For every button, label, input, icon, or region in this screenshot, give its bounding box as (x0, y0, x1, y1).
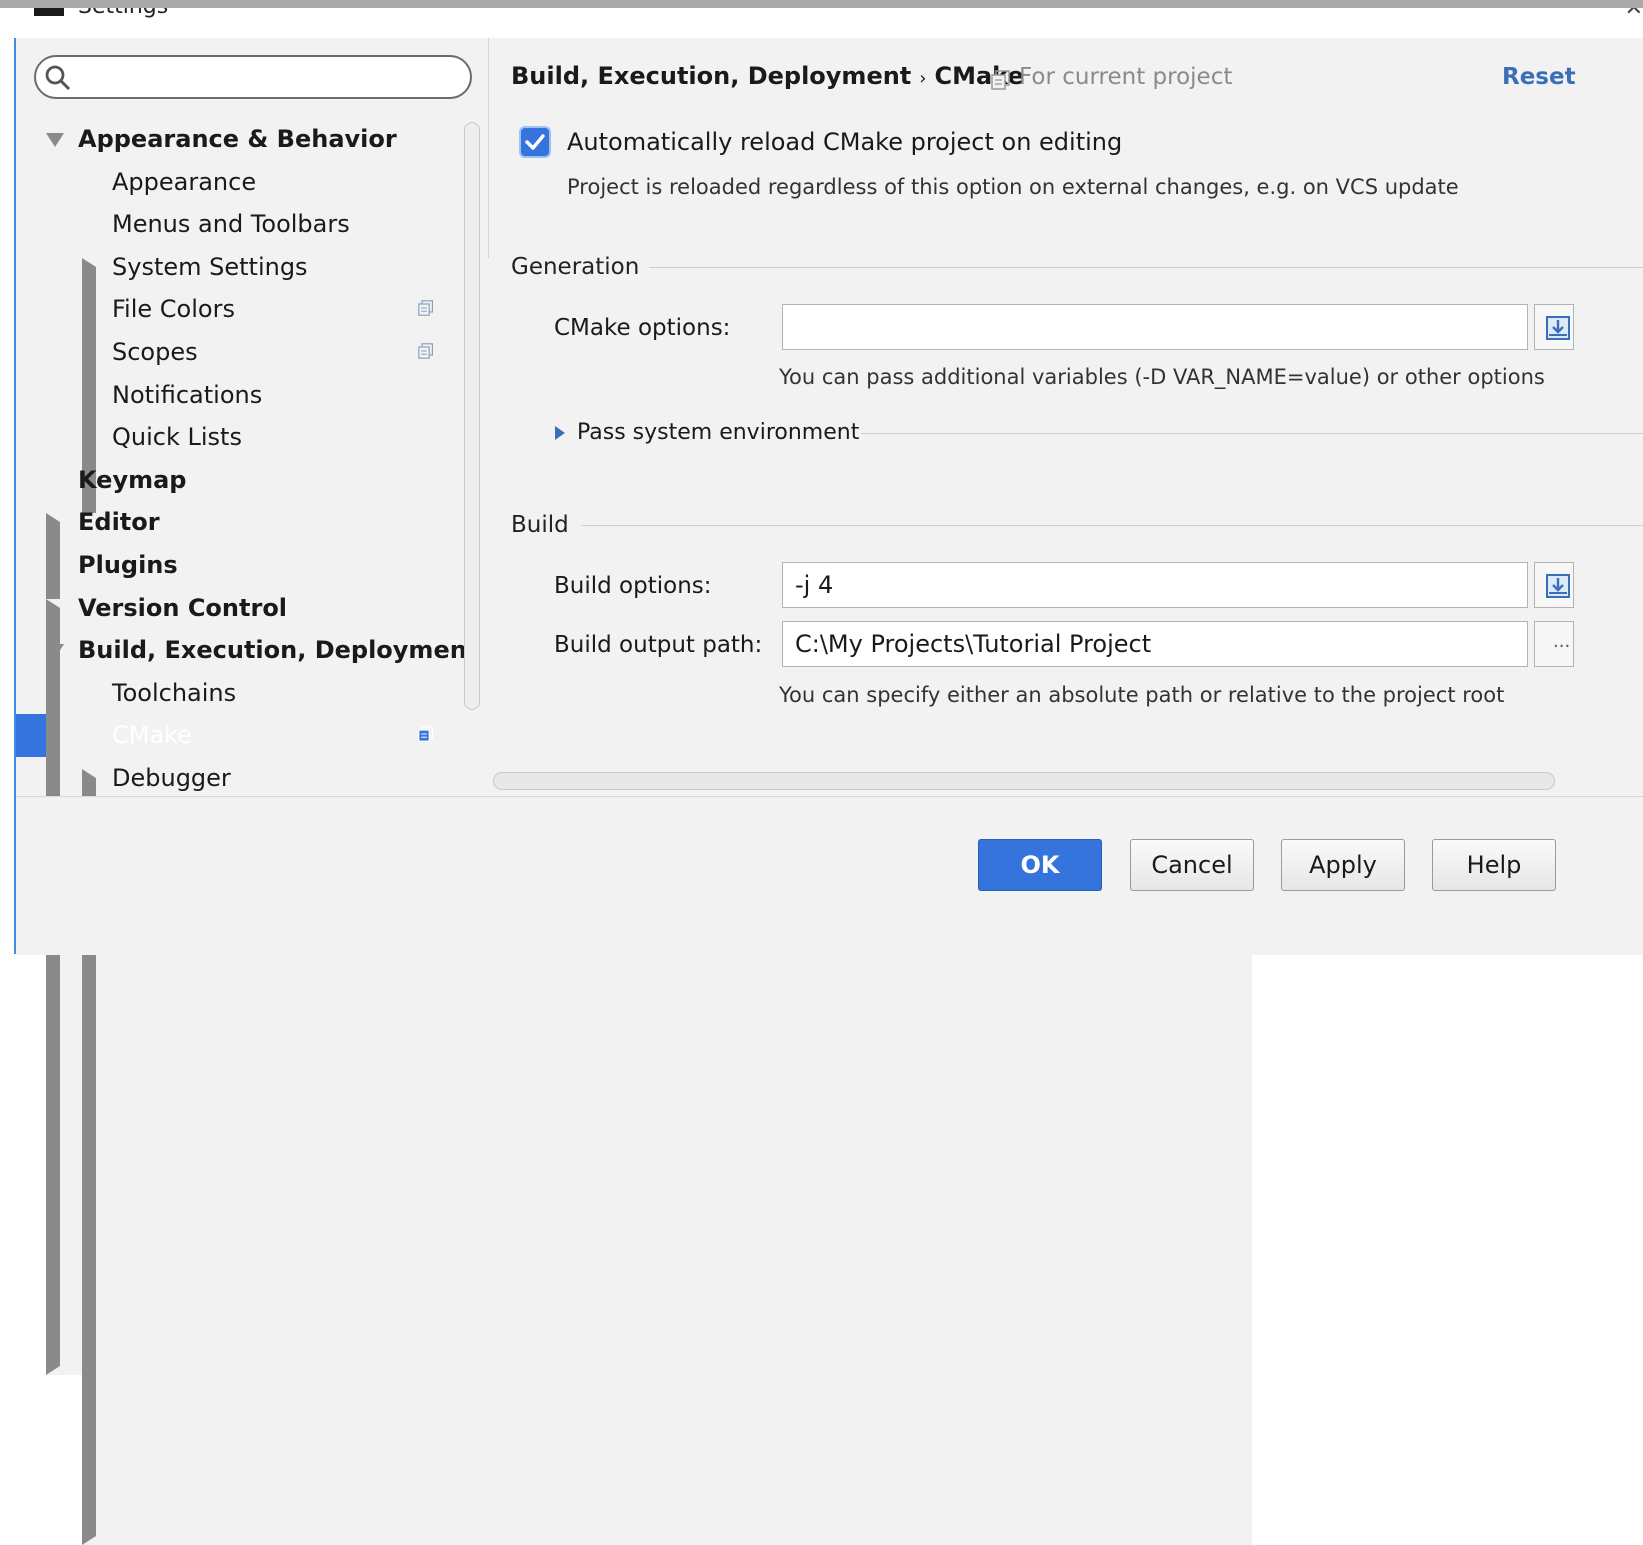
breadcrumb-separator: › (919, 68, 927, 89)
cmake-options-hint: You can pass additional variables (-D VA… (779, 365, 1545, 389)
search-input[interactable] (34, 55, 472, 99)
checkmark-icon (525, 134, 545, 150)
build-output-path-label: Build output path: (554, 632, 763, 658)
ok-button[interactable]: OK (978, 839, 1102, 891)
settings-dialog: Appearance & Behavior Appearance Menus and… (14, 38, 1643, 1545)
tree-item-label: File Colors (112, 295, 235, 324)
expand-icon (1546, 574, 1570, 598)
build-options-label: Build options: (554, 573, 712, 599)
search-icon (45, 65, 71, 91)
close-icon[interactable]: ✕ (1625, 8, 1643, 21)
tree-item[interactable]: Version Control (16, 587, 1216, 1375)
generation-section-title: Generation (511, 254, 640, 280)
tree-item-label: Debugger (112, 764, 231, 792)
build-output-path-hint: You can specify either an absolute path … (779, 683, 1505, 707)
tree-item-label: Build, Execution, Deployment (78, 636, 479, 665)
build-section-title: Build (511, 512, 569, 538)
settings-sidebar: Appearance & Behavior Appearance Menus and… (16, 38, 1252, 1545)
tree-item[interactable]: File Colors (16, 288, 458, 330)
tree-item[interactable]: Appearance & Behavior (16, 118, 458, 160)
help-button[interactable]: Help (1432, 839, 1556, 891)
breadcrumb-parent: Build, Execution, Deployment (511, 62, 912, 90)
expand-field-button[interactable] (1534, 304, 1574, 350)
tree-item[interactable]: Debugger (16, 757, 1252, 1545)
dialog-button-bar: OK Cancel Apply Help (16, 796, 1643, 955)
tree-item-label: Appearance & Behavior (78, 125, 397, 153)
tree-item-label: Notifications (112, 380, 263, 409)
expand-icon (1546, 316, 1570, 340)
tree-item-label: CMake (112, 721, 192, 750)
tree-item[interactable]: Appearance (16, 161, 458, 203)
apply-button[interactable]: Apply (1281, 839, 1405, 891)
tree-item[interactable]: Toolchains (16, 672, 458, 714)
collapse-arrow-icon[interactable] (46, 133, 64, 147)
content-horizontal-scrollbar[interactable] (493, 772, 1555, 790)
tree-item[interactable]: Menus and Toolbars (16, 203, 458, 245)
tree-item[interactable]: Notifications (16, 374, 458, 416)
auto-reload-checkbox[interactable] (519, 126, 551, 158)
tree-item[interactable]: CMake (16, 714, 458, 756)
project-scope-icon (418, 726, 433, 743)
tree-item-label: Toolchains (112, 678, 237, 707)
tree-item-label: Keymap (78, 465, 187, 494)
auto-reload-hint: Project is reloaded regardless of this o… (567, 175, 1459, 199)
tree-item-label: Scopes (112, 338, 198, 366)
cmake-options-input[interactable] (782, 304, 1528, 350)
tree-item[interactable]: Build, Execution, Deployment (16, 629, 478, 671)
pass-env-expand-icon[interactable] (555, 426, 565, 440)
settings-content: Build, Execution, Deployment › CMake For c… (489, 38, 1643, 796)
tree-item[interactable]: Keymap (16, 459, 458, 501)
pass-env-toggle[interactable]: Pass system environment (577, 420, 859, 445)
settings-window-icon (34, 8, 64, 16)
screen-top-band (0, 0, 1643, 8)
tree-item[interactable]: Scopes (16, 331, 458, 373)
auto-reload-label[interactable]: Automatically reload CMake project on ed… (567, 128, 1122, 156)
breadcrumb: Build, Execution, Deployment › CMake (511, 62, 1024, 90)
tree-item-label: Appearance (112, 167, 257, 196)
cancel-button[interactable]: Cancel (1130, 839, 1254, 891)
scope-label: For current project (1019, 64, 1233, 90)
reset-link[interactable]: Reset (1502, 64, 1576, 90)
tree-item-label: Quick Lists (112, 423, 242, 452)
project-scope-icon (418, 300, 433, 317)
expand-field-button[interactable] (1534, 562, 1574, 608)
project-scope-icon (991, 70, 1010, 90)
tree-item-label: Editor (78, 508, 160, 537)
tree-item[interactable]: System Settings (16, 246, 1252, 1034)
tree-item-label: Version Control (78, 593, 288, 622)
tree-item[interactable]: Editor (16, 501, 1216, 1290)
window-title: Settings (78, 8, 168, 19)
generation-divider (649, 267, 1643, 268)
tree-item[interactable]: Plugins (16, 544, 458, 586)
cmake-options-label: CMake options: (554, 315, 731, 341)
pass-env-divider (861, 433, 1643, 434)
build-divider (581, 525, 1643, 526)
browse-button[interactable]: ... (1534, 621, 1574, 667)
tree-item-label: System Settings (112, 252, 308, 281)
sidebar-scrollbar[interactable] (464, 122, 480, 710)
title-bar: Settings ✕ (14, 8, 1643, 38)
project-scope-icon (418, 343, 433, 359)
tree-item-label: Plugins (78, 551, 178, 579)
build-output-path-input[interactable]: C:\My Projects\Tutorial Project (782, 621, 1528, 667)
tree-item-label: Menus and Toolbars (112, 210, 350, 239)
build-options-input[interactable]: -j 4 (782, 562, 1528, 608)
tree-item[interactable]: Quick Lists (16, 416, 458, 458)
collapse-arrow-icon[interactable] (46, 644, 64, 659)
